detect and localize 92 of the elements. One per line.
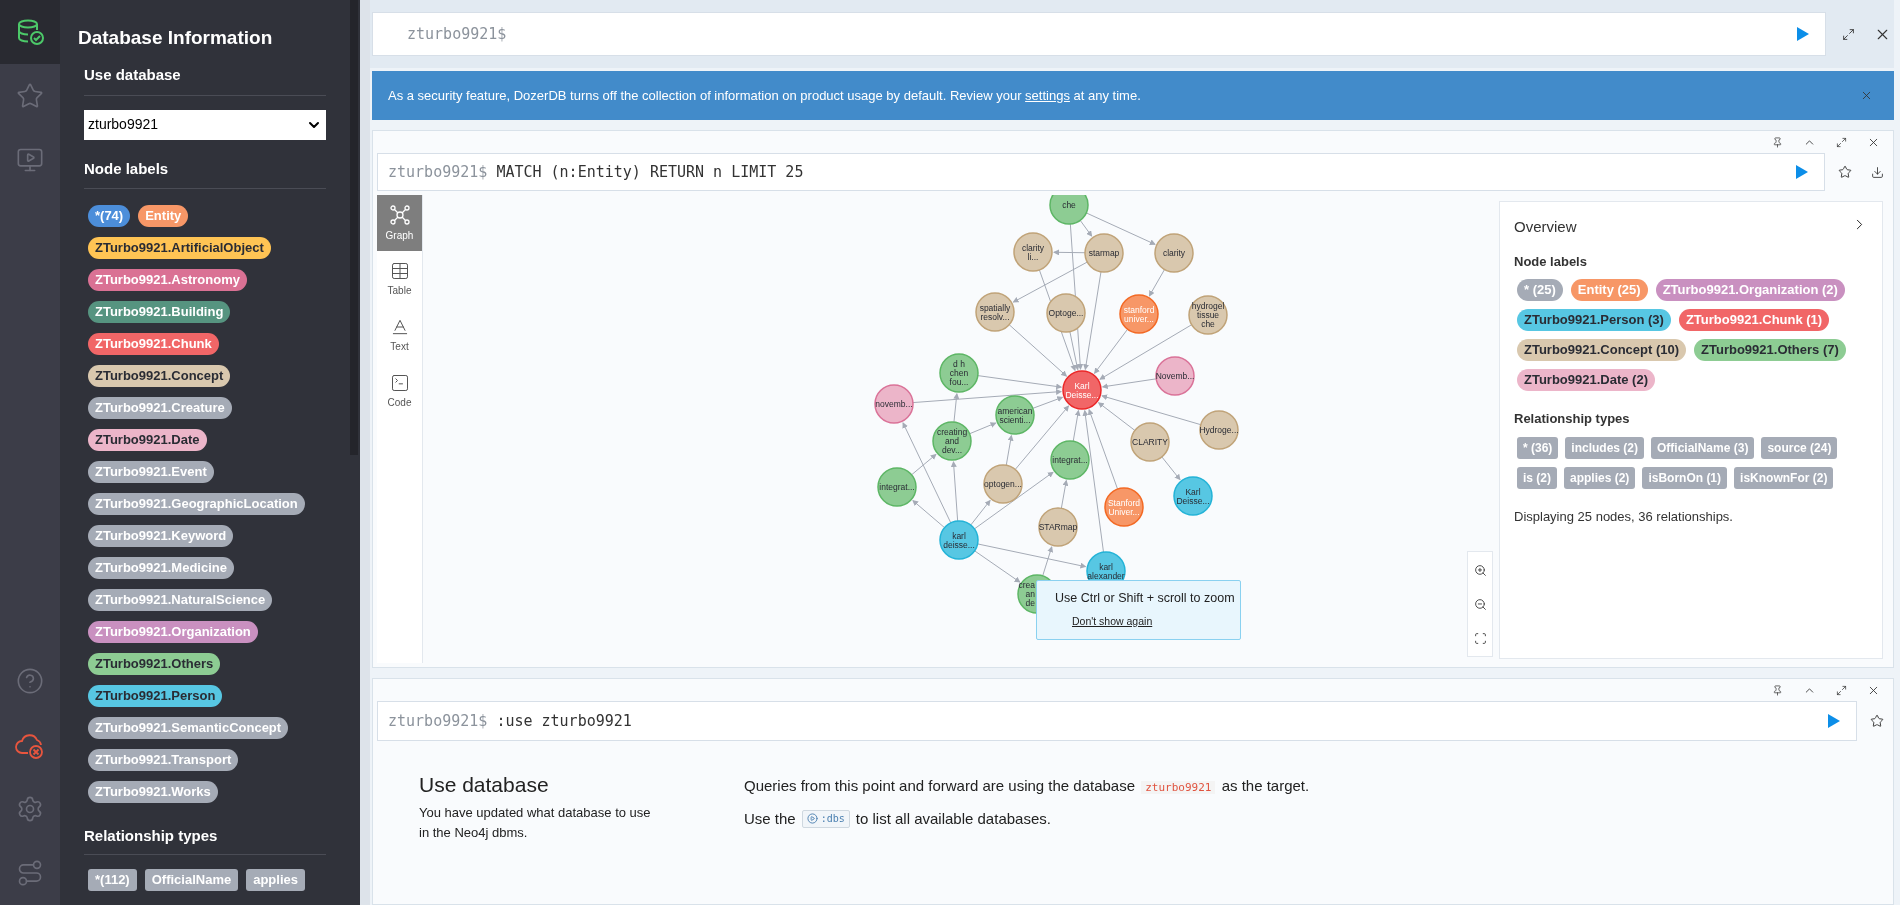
relationship-arrow[interactable] <box>1083 271 1102 371</box>
relationship-arrow[interactable] <box>912 500 946 529</box>
label-pill[interactable]: ZTurbo9921.Concept <box>88 365 231 387</box>
relationship-arrow[interactable] <box>1053 249 1086 256</box>
play-icon <box>1795 164 1809 180</box>
label-pill[interactable]: ZTurbo9921.Others <box>88 653 221 675</box>
relationship-arrow[interactable] <box>1069 331 1080 371</box>
graph-node[interactable]: creating and dev... <box>932 421 972 461</box>
graph-node[interactable]: starmap <box>1084 233 1124 273</box>
graph-node[interactable]: integrat... <box>877 467 917 507</box>
relationship-arrow[interactable] <box>1148 269 1166 297</box>
summary-text: Displaying 25 nodes, 36 relationships. <box>1514 507 1734 526</box>
database-icon[interactable] <box>0 0 60 64</box>
relationship-arrow[interactable] <box>1101 394 1202 426</box>
command-button[interactable]: :dbs <box>801 809 850 828</box>
relationship-arrow[interactable] <box>1099 324 1193 380</box>
dismiss-link[interactable]: Don't show again <box>1072 613 1153 630</box>
graph-node[interactable]: clarity <box>1154 233 1194 273</box>
relationship-arrow[interactable] <box>950 460 959 522</box>
section-heading: Use database <box>84 64 326 96</box>
hint-text: Use Ctrl or Shift + scroll to zoom <box>1055 590 1235 607</box>
query-text: zturbo9921$ :use zturbo9921 <box>388 710 632 732</box>
table-icon <box>389 260 410 281</box>
settings-link[interactable]: settings <box>1025 87 1070 103</box>
view-tab[interactable]: Text <box>377 307 422 363</box>
view-tab[interactable]: Code <box>377 363 422 419</box>
graph-node[interactable]: integrat... <box>1050 440 1090 480</box>
label-pill[interactable]: ZTurbo9921.Building <box>88 301 231 323</box>
graph-node[interactable]: che <box>1049 195 1089 225</box>
relationship-arrow[interactable] <box>977 543 1087 569</box>
label-pill[interactable]: ZTurbo9921.Person <box>88 685 223 707</box>
relationship-arrow[interactable] <box>969 422 997 435</box>
relationship-arrow[interactable] <box>1042 546 1054 577</box>
play-icon <box>1796 26 1810 42</box>
graph-node[interactable]: american scienti... <box>995 395 1035 435</box>
graph-node[interactable]: STARmap <box>1038 507 1078 547</box>
relationship-arrow[interactable] <box>1079 219 1093 237</box>
graph-node[interactable]: optogen... <box>983 464 1023 504</box>
result-description: You have updated what database to use in the Neo4j dbms. <box>419 803 652 842</box>
relationship-arrow[interactable] <box>1085 212 1156 245</box>
relationship-arrow[interactable] <box>1012 261 1088 303</box>
relationship-arrow[interactable] <box>911 453 937 476</box>
sidebar-title: Database Information <box>78 26 274 50</box>
code-icon <box>389 372 410 393</box>
relationship-arrow[interactable] <box>912 388 1063 404</box>
relationship-arrow[interactable] <box>977 375 1063 390</box>
section-heading: Node labels <box>1514 252 1588 271</box>
graph-node[interactable]: karl deisse... <box>939 520 979 560</box>
graph-node[interactable]: spatially resolv... <box>975 292 1015 332</box>
result-message: to list all available databases. <box>855 808 1051 829</box>
section-heading: Relationship types <box>1514 410 1631 428</box>
graph-node[interactable]: Optoge... <box>1046 293 1086 333</box>
label-pill[interactable]: ZTurbo9921.ArtificialObject <box>88 237 271 259</box>
query-text: zturbo9921$ MATCH (n:Entity) RETURN n LIMIT 25 <box>388 161 804 183</box>
label-pill[interactable]: ZTurbo9921.Person (3) <box>1517 309 1671 331</box>
relationship-arrow[interactable] <box>1101 378 1157 390</box>
banner-text: As a security feature, DozerDB turns off the collection of information on product usage by default. Review your settings at any time. <box>388 86 1141 105</box>
graph-node[interactable]: Karl Deisse... <box>1173 476 1213 516</box>
result-title: Use database <box>419 772 550 798</box>
section-heading: Relationship types <box>84 825 326 855</box>
view-tab[interactable]: Table <box>377 251 422 307</box>
relationship-arrow[interactable] <box>1032 396 1064 409</box>
play-icon <box>1827 713 1841 729</box>
graph-icon <box>388 203 411 226</box>
relationship-arrow[interactable] <box>953 392 960 423</box>
relationship-arrow[interactable] <box>1161 456 1181 481</box>
label-pill[interactable]: ZTurbo9921.Date <box>88 429 207 451</box>
panel-title: Overview <box>1514 217 1577 237</box>
database-select[interactable]: zturbo9921 <box>88 114 159 135</box>
relationship-arrow[interactable] <box>1005 434 1014 466</box>
label-pill[interactable]: ZTurbo9921.Date (2) <box>1517 369 1655 391</box>
result-message: Queries from this point and forward are using the database zturbo9921 as the target. <box>744 776 1310 796</box>
query-editor[interactable]: zturbo9921$ MATCH (n:Entity) RETURN n LIMIT 25 <box>377 153 1825 191</box>
section-heading: Node labels <box>84 157 326 189</box>
graph-node[interactable]: CLARITY <box>1130 422 1170 462</box>
graph-node[interactable]: novemb... <box>874 384 914 424</box>
relationship-arrow[interactable] <box>1072 409 1081 442</box>
graph-node[interactable]: hydrogel tissue che <box>1188 295 1228 335</box>
graph-node[interactable]: d h chen fou... <box>939 353 979 393</box>
relationship-arrow[interactable] <box>1060 479 1069 509</box>
relationship-arrow[interactable] <box>1087 408 1119 490</box>
relationship-arrow[interactable] <box>970 499 991 526</box>
query-editor[interactable]: zturbo9921$ :use zturbo9921 <box>377 701 1857 741</box>
label-pill[interactable]: ZTurbo9921.Concept (10) <box>1517 339 1687 361</box>
graph-node[interactable]: Hydroge... <box>1199 410 1239 450</box>
play-icon <box>806 813 818 825</box>
graph-node[interactable]: Novemb... <box>1155 356 1195 396</box>
graph-node[interactable]: clarity li... <box>1013 232 1053 272</box>
result-message: Use the <box>744 808 796 829</box>
label-pill[interactable]: ZTurbo9921.Others (7) <box>1694 339 1846 361</box>
editor-prompt: zturbo9921$ <box>407 23 507 45</box>
view-tab[interactable]: Graph <box>377 195 422 251</box>
